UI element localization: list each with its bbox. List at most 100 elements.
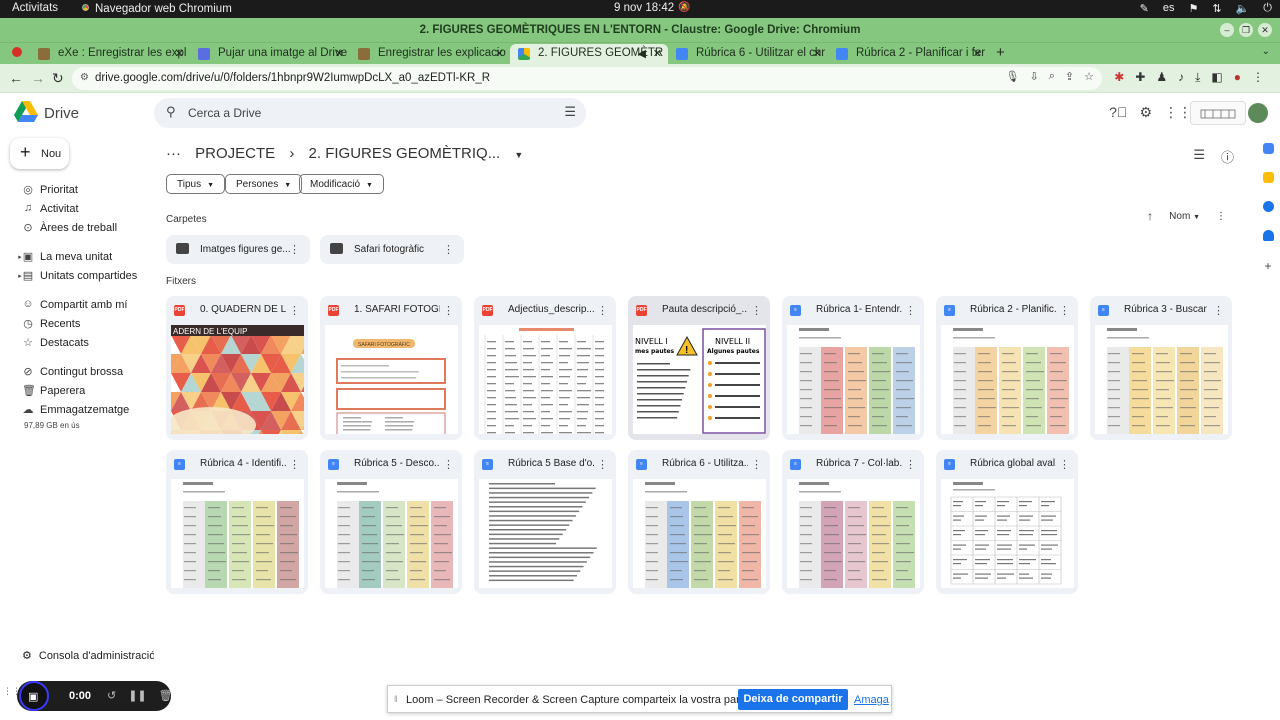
details-info-icon[interactable]: ⓘ (1221, 147, 1234, 166)
contacts-icon[interactable] (1262, 230, 1274, 241)
tab-exe[interactable]: eXe : Enregistrar les expl ✕ (30, 44, 190, 64)
system-tray[interactable]: ✎ es ⚑ ⇅ 🔈 ⏻ (1140, 2, 1272, 15)
more-actions-icon[interactable]: ⋮ (597, 458, 608, 471)
more-actions-icon[interactable]: ⋮ (443, 243, 454, 256)
close-tab-icon[interactable]: ✕ (495, 47, 504, 60)
forward-button[interactable]: → (31, 70, 45, 86)
list-view-icon[interactable]: ☰ (1193, 147, 1205, 166)
drive-brand[interactable]: Drive (44, 105, 79, 122)
tab-pujar[interactable]: Pujar una imatge al Drive ✕ (190, 44, 350, 64)
breadcrumb-parent[interactable]: PROJECTE (195, 145, 275, 162)
browser-menu-icon[interactable]: ⋮ (1252, 70, 1264, 85)
file-card[interactable]: PDF Adjectius_descrip... ⋮ (474, 296, 616, 440)
activities-button[interactable]: Activitats (12, 2, 58, 14)
close-window-button[interactable]: ✕ (1258, 23, 1272, 37)
grip-icon[interactable]: ‖ (394, 694, 398, 704)
restart-icon[interactable]: ↺ (107, 689, 116, 702)
sort-more-icon[interactable]: ⋮ (1216, 211, 1226, 222)
file-card[interactable]: ≡ Rúbrica global aval... ⋮ (936, 450, 1078, 594)
more-actions-icon[interactable]: ⋮ (751, 304, 762, 317)
hide-link[interactable]: Amaga (854, 694, 889, 706)
organization-logo[interactable] (1190, 101, 1246, 125)
file-card[interactable]: PDF 1. SAFARI FOTOGR...⋮ SAFARI FOTOGRÀFIC (320, 296, 462, 440)
search-box[interactable]: ⚲ Cerca a Drive ☰ (154, 98, 586, 128)
tab-figures-active[interactable]: 2. FIGURES GEOMÈTR ◀ ✕ (510, 44, 668, 64)
more-actions-icon[interactable]: ⋮ (443, 304, 454, 317)
file-card[interactable]: ≡ Rúbrica 5 - Desco... ⋮ (320, 450, 462, 594)
extensions-icon[interactable]: ✚ (1135, 70, 1145, 85)
search-input[interactable]: Cerca a Drive (188, 106, 261, 120)
filter-people[interactable]: Persones ▼ (225, 174, 303, 194)
music-icon[interactable]: ♪ (1178, 70, 1184, 85)
more-actions-icon[interactable]: ⋮ (1213, 304, 1224, 317)
mic-icon[interactable]: 🎙 (1006, 70, 1020, 83)
more-actions-icon[interactable]: ⋮ (289, 243, 300, 256)
minimize-button[interactable]: – (1220, 23, 1234, 37)
sort-direction-arrow-icon[interactable]: ↑ (1147, 209, 1153, 223)
tab-search-icon[interactable]: ⌄ (1262, 46, 1270, 57)
file-card[interactable]: ≡ Rúbrica 5 Base d'o... ⋮ (474, 450, 616, 594)
close-tab-icon[interactable]: ✕ (973, 47, 982, 60)
loom-extension-icon[interactable]: ✱ (1114, 70, 1124, 85)
site-info-icon[interactable]: ⚙ (80, 72, 89, 83)
downloads-icon[interactable]: ⤓ (1195, 70, 1200, 85)
tab-rubrica-2[interactable]: Rúbrica 2 - Planificar i fer ✕ (828, 44, 988, 64)
breadcrumb-overflow-icon[interactable]: ··· (166, 145, 181, 162)
camera-bubble[interactable]: ▣ (19, 681, 49, 711)
folder-item[interactable]: Safari fotogràfic ⋮ (320, 235, 464, 264)
close-tab-icon[interactable]: ✕ (335, 47, 344, 60)
more-actions-icon[interactable]: ⋮ (905, 304, 916, 317)
add-addon-icon[interactable]: + (1264, 259, 1271, 273)
account-avatar[interactable] (1248, 103, 1268, 123)
close-tab-icon[interactable]: ✕ (813, 47, 822, 60)
clock[interactable]: 9 nov 18:42 (614, 2, 674, 14)
app-menu[interactable]: Navegador web Chromium (80, 2, 232, 15)
settings-gear-icon[interactable]: ⚙ (1139, 104, 1152, 121)
search-options-icon[interactable]: ☰ (564, 104, 576, 120)
filter-modified[interactable]: Modificació ▼ (299, 174, 384, 194)
new-tab-button[interactable]: + (996, 44, 1005, 61)
drag-handle-icon[interactable]: ⋮⋮ (3, 686, 21, 700)
close-tab-icon[interactable]: ✕ (175, 47, 184, 60)
side-panel-icon[interactable]: ◧ (1211, 70, 1222, 85)
share-icon[interactable]: ⇪ (1065, 70, 1074, 83)
file-card[interactable]: ≡ Rúbrica 4 - Identifi... ⋮ (166, 450, 308, 594)
bookmark-star-icon[interactable]: ☆ (1084, 70, 1094, 83)
tab-enregistrar[interactable]: Enregistrar les explicacio ✕ (350, 44, 510, 64)
help-icon[interactable]: ?⃝ (1109, 104, 1127, 121)
drive-logo-icon[interactable] (14, 101, 38, 122)
more-actions-icon[interactable]: ⋮ (597, 304, 608, 317)
search-icon[interactable]: ⚲ (166, 104, 176, 120)
folder-menu-dropdown-icon[interactable]: ▼ (514, 150, 523, 160)
admin-console-link[interactable]: ⚙ Consola d'administració (22, 649, 155, 662)
new-button[interactable]: + Nou (10, 138, 69, 169)
file-card[interactable]: ≡ Rúbrica 6 - Utilitza... ⋮ (628, 450, 770, 594)
file-card[interactable]: ≡ Rúbrica 7 - Col·lab... ⋮ (782, 450, 924, 594)
more-actions-icon[interactable]: ⋮ (905, 458, 916, 471)
filter-type[interactable]: Tipus ▼ (166, 174, 226, 194)
more-actions-icon[interactable]: ⋮ (1059, 458, 1070, 471)
more-actions-icon[interactable]: ⋮ (1059, 304, 1070, 317)
stop-sharing-button[interactable]: Deixa de compartir (738, 689, 848, 710)
keep-icon[interactable] (1262, 172, 1274, 183)
tasks-icon[interactable] (1262, 201, 1274, 212)
folder-item[interactable]: Imatges figures ge... ⋮ (166, 235, 310, 264)
restore-button[interactable]: ❐ (1239, 23, 1253, 37)
install-icon[interactable]: ⇩ (1030, 70, 1039, 83)
sort-by-name[interactable]: Nom ▼ (1169, 211, 1200, 222)
delete-icon[interactable]: 🗑 (159, 689, 173, 702)
file-card[interactable]: ≡ Rúbrica 2 - Planific... ⋮ (936, 296, 1078, 440)
more-actions-icon[interactable]: ⋮ (289, 304, 300, 317)
reload-button[interactable]: ↻ (52, 70, 64, 87)
close-tab-icon[interactable]: ✕ (653, 47, 662, 60)
zoom-icon[interactable]: ⌕ (1049, 70, 1055, 83)
more-actions-icon[interactable]: ⋮ (289, 458, 300, 471)
more-actions-icon[interactable]: ⋮ (443, 458, 454, 471)
file-card[interactable]: ≡ Rúbrica 1- Entendr... ⋮ (782, 296, 924, 440)
tab-rubrica-6[interactable]: Rúbrica 6 - Utilitzar el chr ✕ (668, 44, 828, 64)
more-actions-icon[interactable]: ⋮ (751, 458, 762, 471)
back-button[interactable]: ← (9, 70, 23, 86)
pause-icon[interactable]: ❚❚ (128, 689, 146, 702)
file-card[interactable]: PDF Pauta descripció_... ⋮ NIVELL I mes paut… (628, 296, 770, 440)
breadcrumb-current[interactable]: 2. FIGURES GEOMÈTRIQ... (309, 145, 501, 162)
